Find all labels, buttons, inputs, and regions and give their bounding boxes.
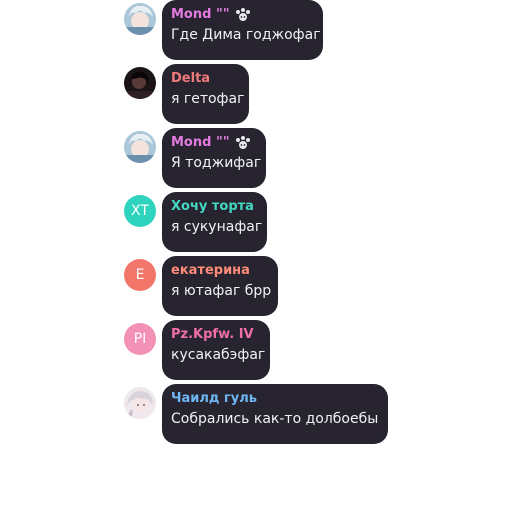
message-bubble: екатерина я ютафаг брр [162,256,278,316]
author-name-text: Pz.Kpfw. IV [171,327,254,342]
message-text: я гетофаг [171,91,245,107]
author-name-text: екатерина [171,263,250,278]
pale-anime-avatar-icon[interactable] [124,387,156,419]
message-bubble: Хочу торта я сукунафаг [162,192,267,252]
author-name[interactable]: Delta [171,70,239,87]
author-name[interactable]: Хочу торта [171,198,257,215]
message-bubble: Delta я гетофаг [162,64,249,124]
author-name[interactable]: екатерина [171,262,268,279]
author-name[interactable]: Mond "" [171,6,313,23]
author-name-text: Mond "" [171,135,230,150]
message-bubble: Pz.Kpfw. IV кусакабэфаг [162,320,270,380]
avatar-initials[interactable]: E [124,259,156,291]
author-name-text: Чаилд гуль [171,391,257,406]
paw-badge-icon [234,135,252,151]
avatar-initials-text: E [135,267,145,283]
message-text: я ютафаг брр [171,283,272,299]
author-name-text: Delta [171,71,211,86]
avatar-initials[interactable]: PI [124,323,156,355]
author-name[interactable]: Чаилд гуль [171,390,378,407]
author-name[interactable]: Mond "" [171,134,256,151]
message-bubble: Mond "" Где Дима годжофаг [162,0,323,60]
author-name-text: Mond "" [171,7,230,22]
message-text: кусакабэфаг [171,347,266,363]
author-name-text: Хочу торта [171,199,254,214]
message-text: Я тоджифаг [171,155,262,171]
message-bubble: Чаилд гуль Собрались как-то долбоебы [162,384,388,444]
anime-avatar-icon[interactable] [124,131,156,163]
paw-badge-icon [234,7,252,23]
anime-avatar-icon[interactable] [124,3,156,35]
dark-portrait-avatar-icon[interactable] [124,67,156,99]
message-text: Собрались как-то долбоебы [171,411,379,427]
avatar-initials-text: PI [133,331,147,347]
avatar-initials[interactable]: XT [124,195,156,227]
message-text: я сукунафаг [171,219,263,235]
avatar-initials-text: XT [131,203,149,219]
author-name[interactable]: Pz.Kpfw. IV [171,326,260,343]
message-bubble: Mond "" Я тоджифаг [162,128,266,188]
message-text: Где Дима годжофаг [171,27,321,43]
